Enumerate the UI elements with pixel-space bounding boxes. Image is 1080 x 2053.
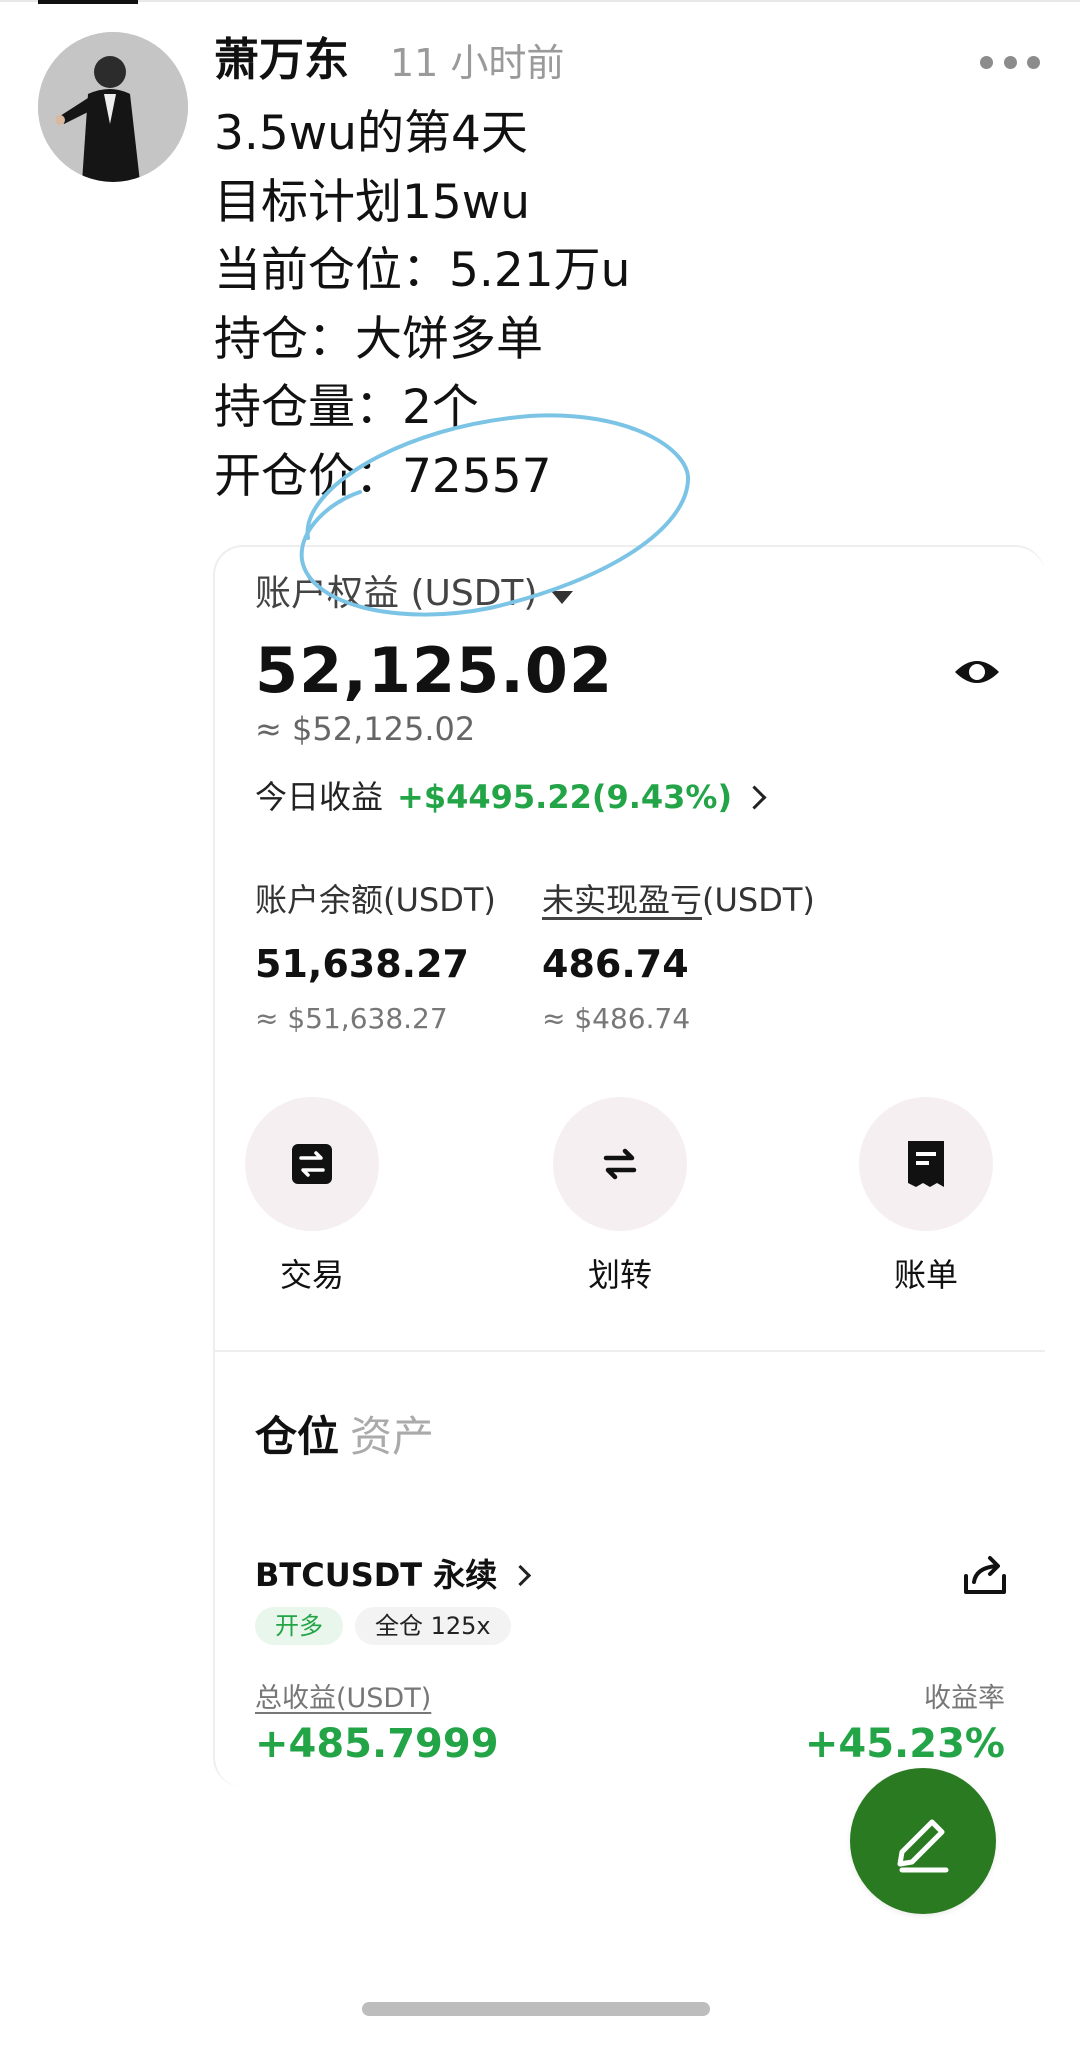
avatar-image [38, 32, 188, 182]
trade-button[interactable]: 交易 [242, 1097, 382, 1297]
username[interactable]: 萧万东 [214, 30, 349, 90]
trade-icon-circle [245, 1097, 379, 1231]
bill-button[interactable]: 账单 [856, 1097, 996, 1297]
hand-drawn-circle-annotation [299, 413, 691, 617]
unrealized-usd: ≈ $486.74 [542, 1002, 691, 1035]
unrealized-label-text: 未实现盈亏 [542, 881, 703, 919]
eye-icon[interactable] [952, 647, 1002, 697]
post-line: 目标计划15wu [214, 174, 531, 230]
balance-stat: 账户余额(USDT) 51,638.27 ≈ $51,638.27 [255, 877, 496, 1039]
trade-label: 交易 [279, 1256, 344, 1294]
account-screenshot-card[interactable]: 账户权益 (USDT) 52,125.02 ≈ $52,125.02 今日收益 … [213, 545, 1045, 1787]
post-line: 3.5wu的第4天 [214, 106, 528, 161]
position-symbol: BTCUSDT 永续 [255, 1556, 498, 1594]
bill-icon [908, 1141, 944, 1187]
unrealized-stat: 未实现盈亏(USDT) 486.74 ≈ $486.74 [542, 877, 815, 1039]
margin-badge: 全仓 125x [355, 1607, 511, 1645]
transfer-label: 划转 [587, 1256, 652, 1294]
today-pnl-label: 今日收益 [255, 778, 384, 816]
bill-label: 账单 [893, 1256, 958, 1294]
long-badge: 开多 [255, 1607, 343, 1645]
transfer-button[interactable]: 划转 [550, 1097, 690, 1297]
pencil-icon [897, 1819, 949, 1873]
transfer-icon-circle [553, 1097, 687, 1231]
home-indicator[interactable] [362, 2002, 710, 2016]
compose-button[interactable] [850, 1768, 996, 1914]
position-title[interactable]: BTCUSDT 永续 [255, 1550, 532, 1600]
unrealized-value: 486.74 [542, 942, 689, 986]
post-line: 持仓：大饼多单 [214, 311, 543, 367]
chevron-right-icon [742, 784, 767, 810]
unrealized-label[interactable]: 未实现盈亏(USDT) [542, 877, 815, 923]
today-pnl-value: +$4495.22(9.43%) [397, 778, 733, 816]
post-time: 11 小时前 [390, 41, 565, 85]
top-divider [0, 0, 1080, 2]
balance-value: 51,638.27 [255, 942, 469, 986]
trade-icon [292, 1144, 332, 1184]
balance-label: 账户余额(USDT) [255, 881, 496, 919]
today-pnl-row[interactable]: 今日收益 +$4495.22(9.43%) [255, 772, 767, 822]
section-divider [215, 1350, 1045, 1352]
post-line: 当前仓位：5.21万u [214, 243, 631, 298]
bill-icon-circle [859, 1097, 993, 1231]
top-tab-indicator [38, 0, 138, 4]
total-pnl-value: +485.7999 [255, 1721, 499, 1767]
chevron-right-icon [510, 1564, 532, 1586]
transfer-icon [603, 1148, 637, 1180]
return-rate-label: 收益率 [924, 1683, 1005, 1714]
share-icon[interactable] [960, 1552, 1010, 1598]
total-pnl-label[interactable]: 总收益(USDT) [255, 1679, 431, 1719]
tab-positions[interactable]: 仓位 [255, 1407, 339, 1467]
unrealized-label-unit: (USDT) [702, 881, 815, 919]
avatar[interactable] [38, 32, 188, 182]
more-options-icon[interactable] [980, 44, 1040, 80]
return-rate-value: +45.23% [804, 1721, 1005, 1767]
balance-usd: ≈ $51,638.27 [255, 1002, 448, 1035]
equity-usd: ≈ $52,125.02 [255, 710, 476, 748]
equity-value: 52,125.02 [255, 634, 614, 707]
tab-assets[interactable]: 资产 [350, 1407, 434, 1467]
